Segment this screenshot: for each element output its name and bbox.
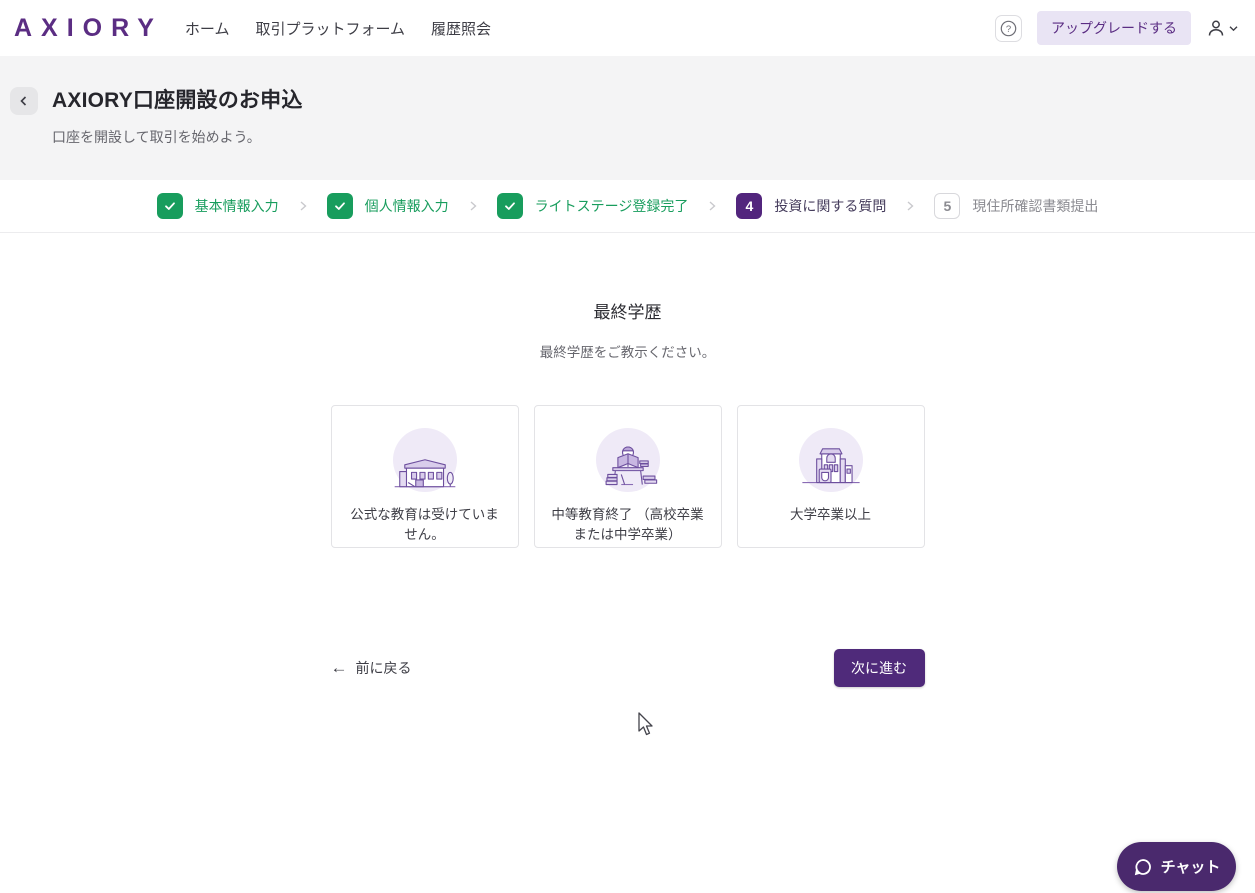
- page-title: AXIORY口座開設のお申込: [52, 89, 303, 112]
- option-university-graduate[interactable]: 大学卒業以上: [736, 405, 925, 548]
- check-icon: [326, 193, 353, 219]
- question-subtitle: 最終学歴をご教示ください。: [539, 345, 716, 360]
- question-title: 最終学歴: [593, 303, 662, 322]
- header-back-button[interactable]: [10, 87, 38, 115]
- mouse-cursor: [638, 712, 656, 738]
- school-illustration: [392, 428, 457, 492]
- step-separator-icon: [706, 200, 718, 212]
- step-separator-icon: [297, 200, 309, 212]
- check-icon: [496, 193, 523, 219]
- arrow-left-icon: ←: [330, 658, 348, 677]
- user-menu[interactable]: [1206, 18, 1239, 38]
- step-number-badge: 4: [736, 193, 763, 219]
- nav-item-history[interactable]: 履歴照会: [431, 18, 491, 39]
- step-address-proof[interactable]: 5 現住所確認書類提出: [934, 193, 1098, 219]
- step-personal-info[interactable]: 個人情報入力: [326, 193, 449, 219]
- chevron-left-icon: [18, 95, 30, 107]
- person-reading-illustration: [595, 428, 660, 492]
- next-button[interactable]: 次に進む: [833, 649, 925, 687]
- speech-bubble-icon: [1133, 857, 1153, 877]
- check-icon: [156, 193, 183, 219]
- page-subtitle: 口座を開設して取引を始めよう。: [52, 129, 261, 145]
- page-header: AXIORY口座開設のお申込 口座を開設して取引を始めよう。: [0, 56, 1255, 180]
- step-investment-questions[interactable]: 4 投資に関する質問: [736, 193, 886, 219]
- nav-item-trading-platform[interactable]: 取引プラットフォーム: [255, 18, 405, 39]
- option-no-formal-education[interactable]: 公式な教育は受けていません。: [330, 405, 519, 548]
- help-button[interactable]: ?: [995, 14, 1022, 42]
- step-basic-info[interactable]: 基本情報入力: [156, 193, 279, 219]
- back-link[interactable]: ← 前に戻る: [331, 658, 412, 678]
- top-navbar: AXIORY ホーム 取引プラットフォーム 履歴照会 ? アップグレードする: [0, 0, 1255, 56]
- option-label: 公式な教育は受けていません。: [350, 507, 499, 543]
- option-secondary-education[interactable]: 中等教育終了 （高校卒業または中学卒業）: [533, 405, 722, 548]
- step-number-badge: 5: [934, 193, 961, 219]
- question-circle-icon: ?: [1000, 20, 1017, 37]
- user-avatar-icon: [1206, 18, 1226, 38]
- step-separator-icon: [904, 200, 916, 212]
- axiory-logo[interactable]: AXIORY: [14, 14, 163, 43]
- step-lite-stage-complete[interactable]: ライトステージ登録完了: [496, 193, 688, 219]
- education-options: 公式な教育は受けていません。 中等教育終了 （高校卒業または中学卒業） 大学卒業…: [0, 405, 1255, 548]
- chat-button[interactable]: チャット: [1117, 842, 1236, 891]
- svg-text:?: ?: [1006, 24, 1011, 35]
- main-content: 最終学歴 最終学歴をご教示ください。 公式な教育は受けていません。 中等教育終了…: [0, 298, 1255, 687]
- university-illustration: [798, 428, 863, 492]
- option-label: 中等教育終了 （高校卒業または中学卒業）: [551, 507, 704, 543]
- chevron-down-icon: [1228, 23, 1239, 34]
- step-separator-icon: [467, 200, 479, 212]
- navbar-right: ? アップグレードする: [995, 11, 1239, 45]
- option-label: 大学卒業以上: [790, 507, 871, 522]
- main-nav: ホーム 取引プラットフォーム 履歴照会: [185, 18, 491, 39]
- progress-stepper: 基本情報入力 個人情報入力 ライトステージ登録完了 4 投資に関する質問 5 現…: [0, 180, 1255, 233]
- upgrade-button[interactable]: アップグレードする: [1037, 11, 1191, 45]
- nav-item-home[interactable]: ホーム: [185, 18, 230, 39]
- form-actions: ← 前に戻る 次に進む: [331, 649, 925, 687]
